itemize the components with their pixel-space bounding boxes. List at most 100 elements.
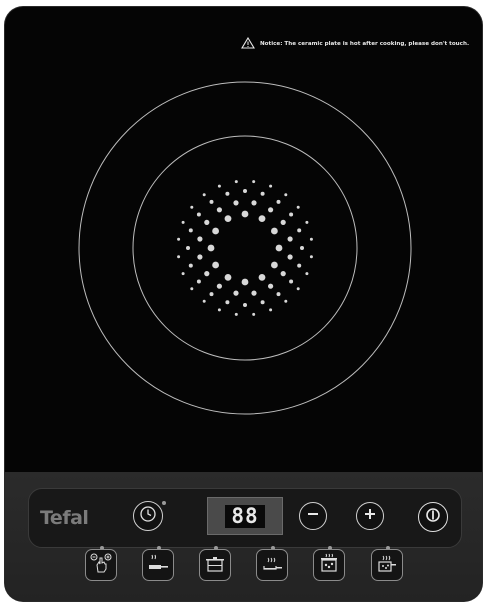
heat-dot bbox=[305, 220, 309, 224]
heat-dot bbox=[177, 255, 181, 259]
heat-dot bbox=[202, 193, 206, 197]
brand-logo: Tefal bbox=[40, 507, 89, 529]
timer-indicator-led bbox=[162, 501, 166, 505]
heat-dot bbox=[296, 205, 300, 209]
heat-dot bbox=[289, 279, 294, 284]
heat-dot bbox=[217, 184, 221, 188]
heat-dot bbox=[186, 246, 190, 250]
hand-touch-icon bbox=[89, 551, 113, 579]
heat-dot bbox=[241, 210, 249, 218]
minus-icon bbox=[304, 505, 322, 527]
heat-dot bbox=[305, 272, 309, 276]
heat-dot bbox=[234, 180, 238, 184]
heat-dot bbox=[269, 308, 273, 312]
heat-dot bbox=[260, 300, 265, 305]
heat-dot bbox=[204, 219, 210, 225]
steam-pan-icon bbox=[260, 551, 284, 579]
decrease-button[interactable] bbox=[299, 502, 327, 530]
heat-dot bbox=[271, 227, 278, 235]
plus-icon bbox=[361, 505, 379, 527]
heat-dot bbox=[212, 227, 220, 235]
heat-dot bbox=[188, 263, 193, 268]
heat-dot bbox=[271, 261, 278, 269]
heat-dot bbox=[280, 219, 286, 225]
heat-dot bbox=[268, 207, 274, 213]
heat-dot bbox=[269, 184, 273, 188]
heat-dot bbox=[209, 199, 214, 204]
heat-dot bbox=[233, 200, 239, 206]
stew-button[interactable] bbox=[371, 549, 403, 581]
simmer-button[interactable] bbox=[256, 549, 288, 581]
heat-dot bbox=[212, 261, 220, 269]
heat-dot bbox=[197, 254, 203, 260]
heat-dot bbox=[181, 272, 185, 276]
heat-dot bbox=[243, 189, 247, 193]
heat-dot bbox=[297, 263, 302, 268]
heat-dot bbox=[224, 215, 232, 223]
display-value: 88 bbox=[231, 504, 259, 528]
heat-dot bbox=[252, 180, 256, 184]
heat-dot bbox=[224, 274, 232, 281]
heat-dot bbox=[188, 228, 193, 233]
heat-dot bbox=[309, 255, 313, 259]
control-panel bbox=[5, 472, 482, 601]
heat-dot bbox=[251, 200, 257, 206]
heat-dot bbox=[280, 271, 286, 277]
heat-dot bbox=[196, 279, 201, 284]
heat-dot bbox=[233, 290, 239, 296]
heat-dot bbox=[216, 207, 222, 213]
heat-dot bbox=[181, 220, 185, 224]
heat-dot bbox=[287, 254, 293, 260]
heat-dot bbox=[300, 246, 304, 250]
timer-button[interactable] bbox=[133, 501, 163, 531]
soup-pot-icon bbox=[317, 551, 341, 579]
heat-dot bbox=[309, 237, 313, 241]
power-button[interactable] bbox=[418, 502, 448, 532]
inner-ring bbox=[132, 135, 358, 361]
heat-dot bbox=[217, 308, 221, 312]
heat-dot bbox=[225, 191, 230, 196]
heat-dot bbox=[216, 283, 222, 289]
heat-dot bbox=[252, 312, 256, 316]
heat-dot bbox=[258, 215, 266, 223]
heat-dot bbox=[284, 299, 288, 303]
heat-dot bbox=[207, 244, 215, 252]
heat-dot bbox=[209, 292, 214, 297]
center-dot-pattern bbox=[177, 180, 313, 316]
heat-dot bbox=[177, 237, 181, 241]
digital-display: 88 bbox=[207, 497, 283, 535]
stew-pot-icon bbox=[375, 551, 399, 579]
heat-dot bbox=[276, 199, 281, 204]
heat-dot bbox=[287, 236, 293, 242]
heat-dot bbox=[196, 212, 201, 217]
boiling-pot-icon bbox=[203, 551, 227, 579]
outer-ring bbox=[78, 81, 412, 415]
cooking-zone bbox=[78, 81, 412, 415]
heat-dot bbox=[234, 312, 238, 316]
heat-dot bbox=[243, 303, 247, 307]
boil-button[interactable] bbox=[199, 549, 231, 581]
heat-dot bbox=[296, 287, 300, 291]
increase-button[interactable] bbox=[356, 502, 384, 530]
keep-warm-button[interactable] bbox=[85, 549, 117, 581]
fry-button[interactable] bbox=[142, 549, 174, 581]
heat-dot bbox=[284, 193, 288, 197]
heat-dot bbox=[197, 236, 203, 242]
heat-dot bbox=[225, 300, 230, 305]
heat-dot bbox=[204, 271, 210, 277]
heat-dot bbox=[202, 299, 206, 303]
heat-dot bbox=[289, 212, 294, 217]
power-icon bbox=[424, 506, 442, 528]
timer-icon bbox=[139, 505, 157, 527]
frying-pan-icon bbox=[146, 551, 170, 579]
heat-dot bbox=[258, 274, 266, 281]
heat-dot bbox=[268, 283, 274, 289]
heat-dot bbox=[190, 205, 194, 209]
heat-dot bbox=[297, 228, 302, 233]
soup-button[interactable] bbox=[313, 549, 345, 581]
heat-dot bbox=[251, 290, 257, 296]
heat-dot bbox=[190, 287, 194, 291]
heat-dot bbox=[275, 244, 283, 252]
heat-dot bbox=[241, 278, 249, 286]
heat-dot bbox=[260, 191, 265, 196]
